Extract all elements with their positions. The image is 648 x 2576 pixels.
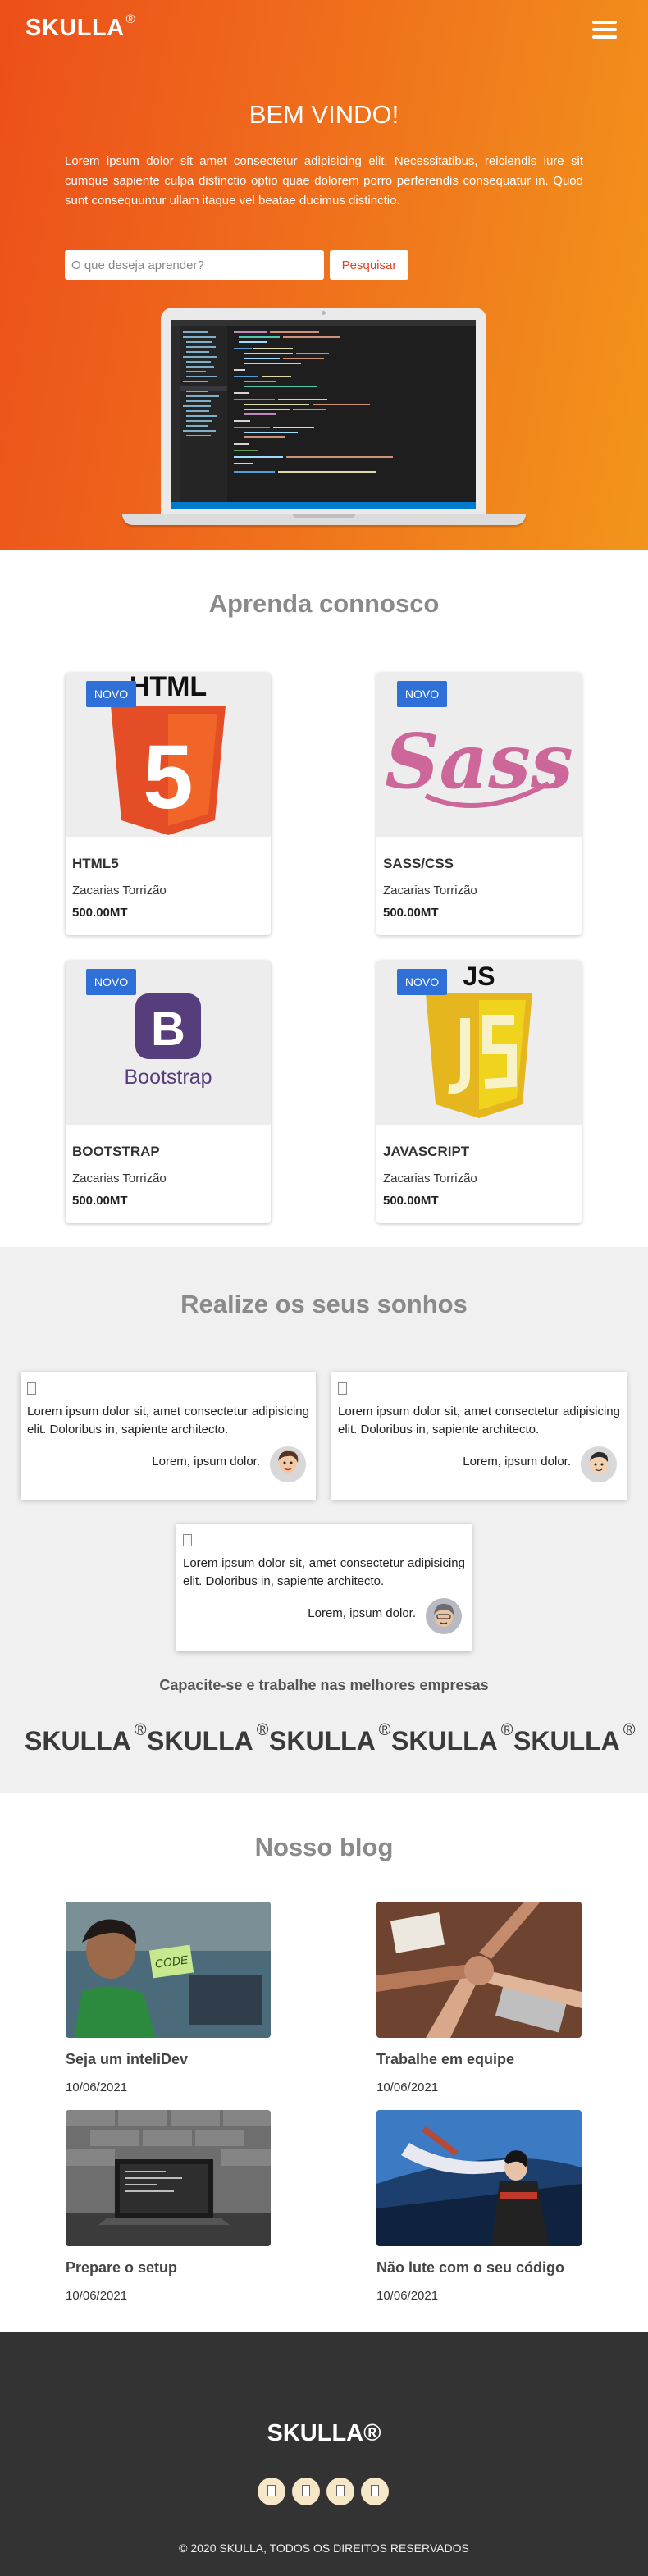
testimonial-text: Lorem ipsum dolor sit, amet consectetur … xyxy=(338,1404,620,1436)
javascript-logo-text: JS xyxy=(463,961,495,991)
blog-post-date: 10/06/2021 xyxy=(66,2080,128,2094)
laptop-camera xyxy=(322,311,326,315)
hero-title: BEM VINDO! xyxy=(249,100,399,129)
dreams-section-title: Realize os seus sonhos xyxy=(180,1290,468,1318)
blog-post-title[interactable]: Não lute com o seu código xyxy=(376,2259,564,2277)
sass-logo-text: Sass xyxy=(385,717,573,806)
blog-post-image[interactable] xyxy=(376,2110,582,2246)
dreams-section xyxy=(0,1247,648,1793)
avatar xyxy=(581,1446,617,1482)
new-badge: NOVO xyxy=(397,681,447,707)
blog-post-date: 10/06/2021 xyxy=(66,2289,128,2303)
testimonial-author: Lorem, ipsum dolor. xyxy=(463,1455,571,1468)
course-card-javascript[interactable]: JS NOVO JAVASCRIPT Zacarias Torrizão 500… xyxy=(376,961,582,1223)
course-title[interactable]: HTML5 xyxy=(72,856,119,872)
code-editor-screenshot xyxy=(171,320,476,509)
testimonial-text: Lorem ipsum dolor sit, amet consectetur … xyxy=(183,1556,465,1588)
blog-post-title[interactable]: Seja um inteliDev xyxy=(66,2051,188,2068)
quote-icon xyxy=(338,1382,347,1395)
new-badge: NOVO xyxy=(397,969,447,995)
quote-icon xyxy=(27,1382,36,1395)
hamburger-menu-icon[interactable] xyxy=(592,21,617,39)
hero-text: Lorem ipsum dolor sit amet consectetur a… xyxy=(65,154,583,208)
course-card-sass[interactable]: Sass NOVO SASS/CSS Zacarias Torrizão 500… xyxy=(376,673,582,935)
laptop-illustration xyxy=(161,308,486,514)
testimonial-text: Lorem ipsum dolor sit, amet consectetur … xyxy=(27,1404,309,1436)
bootstrap-logo-text: Bootstrap xyxy=(124,1066,212,1089)
html5-logo-glyph: 5 xyxy=(143,727,193,828)
course-card-html5[interactable]: HTML 5 NOVO HTML5 Zacarias Torrizão 500.… xyxy=(66,673,271,935)
instagram-icon[interactable] xyxy=(292,2478,320,2505)
bootstrap-logo-glyph: B xyxy=(151,1003,185,1056)
search-input[interactable] xyxy=(65,250,324,280)
course-title[interactable]: JAVASCRIPT xyxy=(383,1144,469,1160)
course-title[interactable]: BOOTSTRAP xyxy=(72,1144,160,1160)
search-button[interactable]: Pesquisar xyxy=(330,250,408,280)
course-author: Zacarias Torrizão xyxy=(383,884,477,897)
course-card-bootstrap[interactable]: B Bootstrap NOVO BOOTSTRAP Zacarias Torr… xyxy=(66,961,271,1223)
footer: SKULLA® © 2020 SKULLA, TODOS OS DIREITOS… xyxy=(0,2332,648,2576)
course-author: Zacarias Torrizão xyxy=(72,1172,167,1185)
blog-section-title: Nosso blog xyxy=(254,1833,394,1861)
brand-logo[interactable]: SKULLA ® xyxy=(25,12,136,42)
company-logo: SKULLA ® xyxy=(513,1721,636,1756)
company-logo: SKULLA ® xyxy=(25,1721,147,1756)
company-logo: SKULLA ® xyxy=(269,1721,391,1756)
new-badge: NOVO xyxy=(86,969,136,995)
courses-section-title: Aprenda connosco xyxy=(208,589,440,618)
brand-registered-mark: ® xyxy=(125,12,136,27)
blog-post-image[interactable] xyxy=(376,1902,582,2038)
company-logo: SKULLA ® xyxy=(147,1721,269,1756)
course-title[interactable]: SASS/CSS xyxy=(383,856,454,872)
course-price: 500.00MT xyxy=(383,1194,439,1208)
testimonial-card: Lorem ipsum dolor sit, amet consectetur … xyxy=(21,1372,316,1500)
course-price: 500.00MT xyxy=(72,906,128,920)
brand-name: SKULLA xyxy=(25,15,125,41)
linkedin-icon[interactable] xyxy=(361,2478,389,2505)
company-logo: SKULLA ® xyxy=(391,1721,513,1756)
avatar xyxy=(270,1446,306,1482)
course-author: Zacarias Torrizão xyxy=(383,1172,477,1185)
hero-section: SKULLA ® BEM VINDO! Lorem ipsum dolor sit… xyxy=(0,0,648,550)
new-badge: NOVO xyxy=(86,681,136,707)
blog-post-date: 10/06/2021 xyxy=(376,2080,439,2094)
html5-logo-text: HTML xyxy=(130,673,207,702)
blog-post-title[interactable]: Trabalhe em equipe xyxy=(376,2051,514,2068)
companies-title: Capacite-se e trabalhe nas melhores empr… xyxy=(159,1677,489,1693)
testimonial-card: Lorem ipsum dolor sit, amet consectetur … xyxy=(331,1372,627,1500)
course-author: Zacarias Torrizão xyxy=(72,884,167,897)
testimonial-card: Lorem ipsum dolor sit, amet consectetur … xyxy=(176,1524,472,1651)
blog-post-date: 10/06/2021 xyxy=(376,2289,439,2303)
blog-post-image[interactable]: CODE xyxy=(66,1902,271,2038)
course-price: 500.00MT xyxy=(383,906,439,920)
copyright-text: © 2020 SKULLA, TODOS OS DIREITOS RESERVA… xyxy=(179,2542,469,2555)
footer-brand: SKULLA® xyxy=(267,2420,381,2446)
laptop-notch xyxy=(293,514,355,518)
blog-post-title[interactable]: Prepare o setup xyxy=(66,2259,177,2277)
social-links xyxy=(258,2478,390,2505)
twitter-icon[interactable] xyxy=(326,2478,354,2505)
testimonial-author: Lorem, ipsum dolor. xyxy=(308,1606,416,1620)
facebook-icon[interactable] xyxy=(258,2478,285,2505)
testimonial-author: Lorem, ipsum dolor. xyxy=(152,1455,260,1468)
blog-post-image[interactable] xyxy=(66,2110,271,2246)
avatar xyxy=(426,1598,462,1634)
quote-icon xyxy=(183,1534,192,1546)
course-price: 500.00MT xyxy=(72,1194,128,1208)
